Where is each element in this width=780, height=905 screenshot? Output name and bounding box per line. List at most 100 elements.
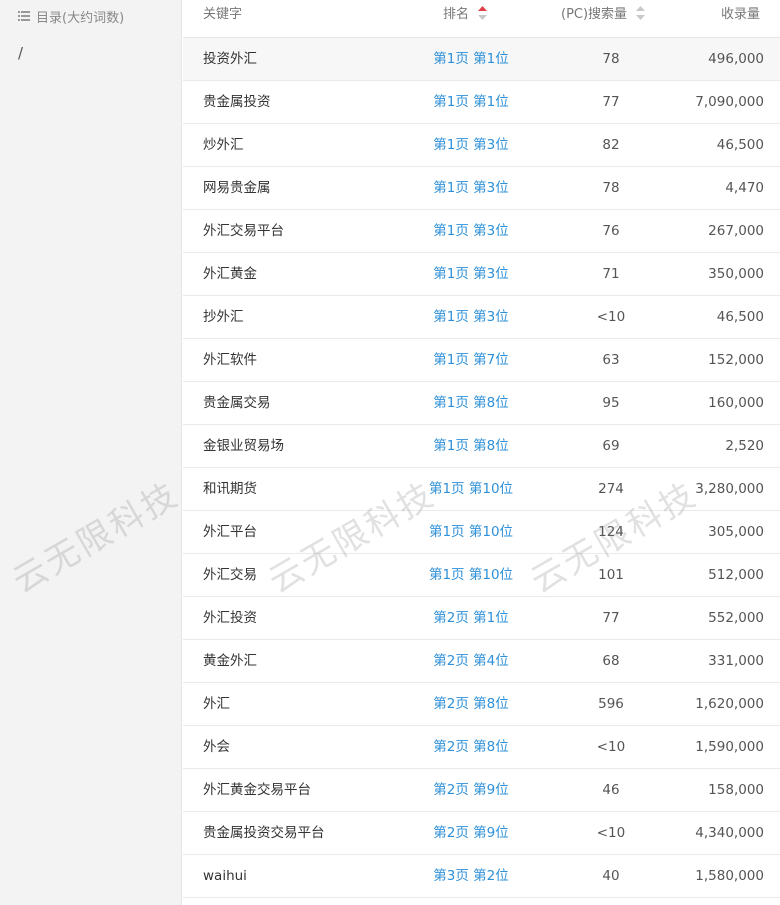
search-volume-cell: 77 [602,610,620,626]
sort-icon[interactable] [636,5,646,20]
rank-link[interactable]: 第1页 第3位 [411,167,531,210]
indexed-count-cell: 512,000 [708,567,764,583]
keyword-cell: 网易贵金属 [203,180,271,196]
keyword-cell: 外汇黄金交易平台 [203,782,311,798]
search-volume-cell: 71 [602,266,620,282]
rank-link[interactable]: 第1页 第10位 [411,468,531,511]
keyword-cell: 贵金属投资交易平台 [203,825,325,841]
indexed-count-cell: 46,500 [716,137,764,153]
indexed-count-cell: 3,280,000 [695,481,764,497]
search-volume-cell: 78 [602,180,620,196]
indexed-count-cell: 4,340,000 [695,825,764,841]
search-volume-cell: 77 [602,94,620,110]
table-row: 贵金属交易 第1页 第8位 95 160,000 [183,382,780,425]
keyword-cell: 贵金属投资 [203,94,271,110]
rank-link[interactable]: 第2页 第8位 [411,683,531,726]
search-volume-cell: 46 [602,782,620,798]
table-row: 炒外汇 第1页 第3位 82 46,500 [183,124,780,167]
search-volume-cell: 101 [598,567,624,583]
table-row: 外汇黄金交易平台 第2页 第9位 46 158,000 [183,769,780,812]
header-search-volume[interactable]: (PC)搜索量 [561,0,646,38]
rank-link[interactable]: 第1页 第7位 [411,339,531,382]
rank-link[interactable]: 第1页 第8位 [411,425,531,468]
table-row: 外汇软件 第1页 第7位 63 152,000 [183,339,780,382]
header-rank-label: 排名 [443,7,470,22]
keyword-cell: 抄外汇 [203,309,244,325]
rank-link[interactable]: 第1页 第1位 [411,81,531,124]
indexed-count-cell: 160,000 [708,395,764,411]
search-volume-cell: 95 [602,395,620,411]
table-row: 金银业贸易场 第1页 第8位 69 2,520 [183,425,780,468]
keyword-cell: 黄金外汇 [203,653,257,669]
table-row: 黄金外汇 第2页 第4位 68 331,000 [183,640,780,683]
search-volume-cell: 274 [598,481,624,497]
table-row: 外汇平台 第1页 第10位 124 305,000 [183,511,780,554]
rank-link[interactable]: 第1页 第10位 [411,511,531,554]
keyword-cell: 外汇投资 [203,610,257,626]
rank-link[interactable]: 第1页 第1位 [411,38,531,81]
table-row: 外汇投资 第2页 第1位 77 552,000 [183,597,780,640]
indexed-count-cell: 152,000 [708,352,764,368]
rank-link[interactable]: 第1页 第3位 [411,253,531,296]
table-body: 投资外汇 第1页 第1位 78 496,000 贵金属投资 第1页 第1位 77 7,090,… [183,38,780,898]
search-volume-cell: <10 [596,739,626,755]
keyword-cell: 外汇软件 [203,352,257,368]
sort-desc-active-icon[interactable] [478,5,488,20]
table-row: 外汇黄金 第1页 第3位 71 350,000 [183,253,780,296]
directory-header[interactable]: 目录(大约词数) [18,6,124,26]
header-indexed: 收录量 [720,7,760,22]
header-rank[interactable]: 排名 [443,0,488,38]
header-keyword: 关键字 [203,7,243,22]
search-volume-cell: 596 [598,696,624,712]
table-row: 和讯期货 第1页 第10位 274 3,280,000 [183,468,780,511]
search-volume-cell: <10 [596,309,626,325]
rank-link[interactable]: 第1页 第3位 [411,296,531,339]
table-row: 投资外汇 第1页 第1位 78 496,000 [183,38,780,81]
search-volume-cell: 78 [602,51,620,67]
search-volume-cell: 69 [602,438,620,454]
indexed-count-cell: 158,000 [708,782,764,798]
rank-link[interactable]: 第1页 第10位 [411,554,531,597]
keyword-table: 关键字 排名 (PC)搜索量 收录量 投资外汇 第1页 第1位 78 496,000 贵… [183,0,780,905]
indexed-count-cell: 7,090,000 [695,94,764,110]
indexed-count-cell: 46,500 [716,309,764,325]
table-row: 贵金属投资交易平台 第2页 第9位 <10 4,340,000 [183,812,780,855]
search-volume-cell: 124 [598,524,624,540]
keyword-cell: 金银业贸易场 [203,438,284,454]
indexed-count-cell: 350,000 [708,266,764,282]
table-header: 关键字 排名 (PC)搜索量 收录量 [183,0,780,38]
rank-link[interactable]: 第1页 第3位 [411,124,531,167]
keyword-cell: 外汇平台 [203,524,257,540]
rank-link[interactable]: 第2页 第8位 [411,726,531,769]
table-row: waihui 第3页 第2位 40 1,580,000 [183,855,780,898]
indexed-count-cell: 267,000 [708,223,764,239]
indexed-count-cell: 1,620,000 [695,696,764,712]
directory-header-label: 目录(大约词数) [36,10,125,26]
keyword-cell: 投资外汇 [203,51,257,67]
rank-link[interactable]: 第3页 第2位 [411,855,531,898]
rank-link[interactable]: 第2页 第9位 [411,769,531,812]
keyword-cell: 外会 [203,739,230,755]
indexed-count-cell: 331,000 [708,653,764,669]
rank-link[interactable]: 第2页 第1位 [411,597,531,640]
keyword-cell: 外汇 [203,696,230,712]
search-volume-cell: 82 [602,137,620,153]
table-row: 外汇 第2页 第8位 596 1,620,000 [183,683,780,726]
rank-link[interactable]: 第1页 第8位 [411,382,531,425]
keyword-cell: 外汇黄金 [203,266,257,282]
indexed-count-cell: 1,590,000 [695,739,764,755]
indexed-count-cell: 496,000 [708,51,764,67]
sidebar: 目录(大约词数) / [0,0,182,905]
indexed-count-cell: 4,470 [725,180,764,196]
indexed-count-cell: 552,000 [708,610,764,626]
indexed-count-cell: 1,580,000 [695,868,764,884]
rank-link[interactable]: 第1页 第3位 [411,210,531,253]
directory-root-path[interactable]: / [18,44,23,62]
search-volume-cell: 63 [602,352,620,368]
rank-link[interactable]: 第2页 第4位 [411,640,531,683]
table-row: 网易贵金属 第1页 第3位 78 4,470 [183,167,780,210]
keyword-cell: waihui [203,868,247,884]
rank-link[interactable]: 第2页 第9位 [411,812,531,855]
indexed-count-cell: 2,520 [725,438,764,454]
keyword-cell: 贵金属交易 [203,395,271,411]
